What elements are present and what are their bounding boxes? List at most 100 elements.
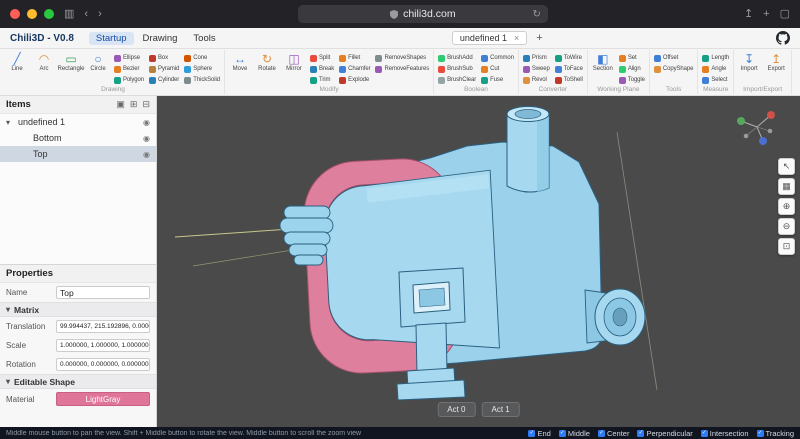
ribbon-button-sphere[interactable]: Sphere bbox=[183, 64, 221, 74]
ribbon-button-brushsub[interactable]: BrushSub bbox=[437, 64, 477, 74]
ribbon-button-bezier[interactable]: Bezier bbox=[113, 64, 145, 74]
visibility-eye-icon[interactable]: ◉ bbox=[143, 118, 150, 127]
snap-intersection[interactable]: ✓Intersection bbox=[701, 429, 749, 438]
new-group-icon[interactable]: ▣ bbox=[116, 99, 125, 110]
ribbon-button-cut[interactable]: Cut bbox=[480, 64, 515, 74]
ribbon-button-thicksolid[interactable]: ThickSolid bbox=[183, 75, 221, 85]
ribbon-button-export[interactable]: ↥Export bbox=[764, 50, 788, 72]
ribbon-button-box[interactable]: Box bbox=[148, 53, 180, 63]
ribbon-button-break[interactable]: Break bbox=[309, 64, 335, 74]
ribbon-button-fillet[interactable]: Fillet bbox=[338, 53, 371, 63]
new-tab-icon[interactable]: + bbox=[763, 9, 769, 20]
ribbon-button-copyshape[interactable]: CopyShape bbox=[653, 64, 694, 74]
ribbon-button-align[interactable]: Align bbox=[618, 64, 646, 74]
ribbon-button-cone[interactable]: Cone bbox=[183, 53, 221, 63]
ribbon-button-brushclear[interactable]: BrushClear bbox=[437, 75, 477, 85]
ribbon-button-offset[interactable]: Offset bbox=[653, 53, 694, 63]
ribbon-button-toshell[interactable]: ToShell bbox=[554, 75, 584, 85]
act-button-1[interactable]: Act 1 bbox=[482, 402, 520, 417]
snap-tracking[interactable]: ✓Tracking bbox=[757, 429, 794, 438]
ribbon-button-fuse[interactable]: Fuse bbox=[480, 75, 515, 85]
ribbon-button-toface[interactable]: ToFace bbox=[554, 64, 584, 74]
snap-perpendicular[interactable]: ✓Perpendicular bbox=[637, 429, 692, 438]
checkbox-checked-icon[interactable]: ✓ bbox=[528, 430, 535, 437]
ribbon-button-chamfer[interactable]: Chamfer bbox=[338, 64, 371, 74]
pump-front-face[interactable] bbox=[322, 170, 499, 357]
forward-icon[interactable]: › bbox=[98, 9, 102, 20]
ribbon-button-rotate[interactable]: ↻Rotate bbox=[255, 50, 279, 72]
model-3d[interactable] bbox=[157, 96, 800, 427]
ribbon-button-towire[interactable]: ToWire bbox=[554, 53, 584, 63]
ribbon-button-rectangle[interactable]: ▭Rectangle bbox=[59, 50, 83, 72]
axis-z-dot[interactable] bbox=[759, 137, 767, 145]
snap-end[interactable]: ✓End bbox=[528, 429, 550, 438]
ribbon-button-explode[interactable]: Explode bbox=[338, 75, 371, 85]
ribbon-button-arc[interactable]: ◠Arc bbox=[32, 50, 56, 72]
ribbon-button-set[interactable]: Set bbox=[618, 53, 646, 63]
expand-all-icon[interactable]: ⊞ bbox=[130, 99, 138, 110]
ribbon-button-toggle[interactable]: Toggle bbox=[618, 75, 646, 85]
tree-item-undefined-1[interactable]: ▾undefined 1◉ bbox=[0, 114, 156, 130]
axis-x-dot[interactable] bbox=[767, 111, 775, 119]
display-mode-button[interactable]: ▦ bbox=[778, 178, 795, 195]
ribbon-button-revol[interactable]: Revol bbox=[522, 75, 551, 85]
checkbox-checked-icon[interactable]: ✓ bbox=[559, 430, 566, 437]
axis-y-dot[interactable] bbox=[737, 117, 745, 125]
zoom-window-button[interactable] bbox=[44, 9, 54, 19]
share-icon[interactable]: ↥ bbox=[744, 9, 753, 20]
translation-input[interactable]: 99.994437, 215.192896, 0.00000 bbox=[56, 320, 150, 333]
ribbon-button-length[interactable]: Length bbox=[701, 53, 730, 63]
back-icon[interactable]: ‹ bbox=[84, 9, 88, 20]
orientation-gizmo[interactable] bbox=[734, 106, 780, 151]
ribbon-button-section[interactable]: ◧Section bbox=[591, 50, 615, 72]
ribbon-button-circle[interactable]: ○Circle bbox=[86, 50, 110, 72]
reload-icon[interactable]: ↻ bbox=[532, 9, 540, 20]
ribbon-button-line[interactable]: ╱Line bbox=[5, 50, 29, 72]
material-button[interactable]: LightGray bbox=[56, 392, 150, 406]
ribbon-button-split[interactable]: Split bbox=[309, 53, 335, 63]
rotation-input[interactable]: 0.000000, 0.000000, 0.000000 bbox=[56, 358, 150, 371]
zoom-out-button[interactable]: ⊖ bbox=[778, 218, 795, 235]
tree-item-bottom[interactable]: Bottom◉ bbox=[0, 130, 156, 146]
ribbon-button-sweep[interactable]: Sweep bbox=[522, 64, 551, 74]
ribbon-button-angle[interactable]: Angle bbox=[701, 64, 730, 74]
snap-middle[interactable]: ✓Middle bbox=[559, 429, 590, 438]
ribbon-button-pyramid[interactable]: Pyramid bbox=[148, 64, 180, 74]
act-button-0[interactable]: Act 0 bbox=[437, 402, 475, 417]
ribbon-button-import[interactable]: ↧Import bbox=[737, 50, 761, 72]
address-bar[interactable]: chili3d.com ↻ bbox=[298, 5, 548, 23]
ribbon-button-polygon[interactable]: Polygon bbox=[113, 75, 145, 85]
document-tab[interactable]: undefined 1 × bbox=[452, 31, 527, 45]
ribbon-button-removeshapes[interactable]: RemoveShapes bbox=[374, 53, 430, 63]
ribbon-button-select[interactable]: Select bbox=[701, 75, 730, 85]
menu-tab-tools[interactable]: Tools bbox=[186, 32, 222, 45]
matrix-section-header[interactable]: ▾ Matrix bbox=[0, 302, 156, 317]
menu-tab-drawing[interactable]: Drawing bbox=[136, 32, 185, 45]
snap-center[interactable]: ✓Center bbox=[598, 429, 630, 438]
pump-outlet-flange[interactable] bbox=[585, 289, 645, 345]
collapse-all-icon[interactable]: ⊟ bbox=[142, 99, 150, 110]
checkbox-checked-icon[interactable]: ✓ bbox=[757, 430, 764, 437]
ribbon-button-trim[interactable]: Trim bbox=[309, 75, 335, 85]
sidebar-icon[interactable]: ▥ bbox=[64, 9, 74, 20]
ribbon-button-prism[interactable]: Prism bbox=[522, 53, 551, 63]
tree-item-top[interactable]: Top◉ bbox=[0, 146, 156, 162]
pump-inlet-cylinder[interactable] bbox=[507, 107, 549, 193]
checkbox-checked-icon[interactable]: ✓ bbox=[701, 430, 708, 437]
tree-caret-icon[interactable]: ▾ bbox=[6, 118, 15, 127]
zoom-in-button[interactable]: ⊕ bbox=[778, 198, 795, 215]
ribbon-button-move[interactable]: ↔Move bbox=[228, 50, 252, 72]
minimize-window-button[interactable] bbox=[27, 9, 37, 19]
checkbox-checked-icon[interactable]: ✓ bbox=[637, 430, 644, 437]
ribbon-button-common[interactable]: Common bbox=[480, 53, 515, 63]
fit-view-button[interactable]: ⊡ bbox=[778, 238, 795, 255]
tabs-icon[interactable]: ▢ bbox=[780, 9, 790, 20]
ribbon-button-act[interactable]: ▶Act bbox=[795, 50, 800, 72]
ribbon-button-removefeatures[interactable]: RemoveFeatures bbox=[374, 64, 430, 74]
menu-tab-startup[interactable]: Startup bbox=[89, 32, 134, 45]
close-icon[interactable]: × bbox=[514, 33, 519, 43]
checkbox-checked-icon[interactable]: ✓ bbox=[598, 430, 605, 437]
close-window-button[interactable] bbox=[10, 9, 20, 19]
viewport-3d[interactable]: ↖▦⊕⊖⊡ Act 0Act 1 bbox=[157, 96, 800, 427]
scale-input[interactable]: 1.000000, 1.000000, 1.000000 bbox=[56, 339, 150, 352]
